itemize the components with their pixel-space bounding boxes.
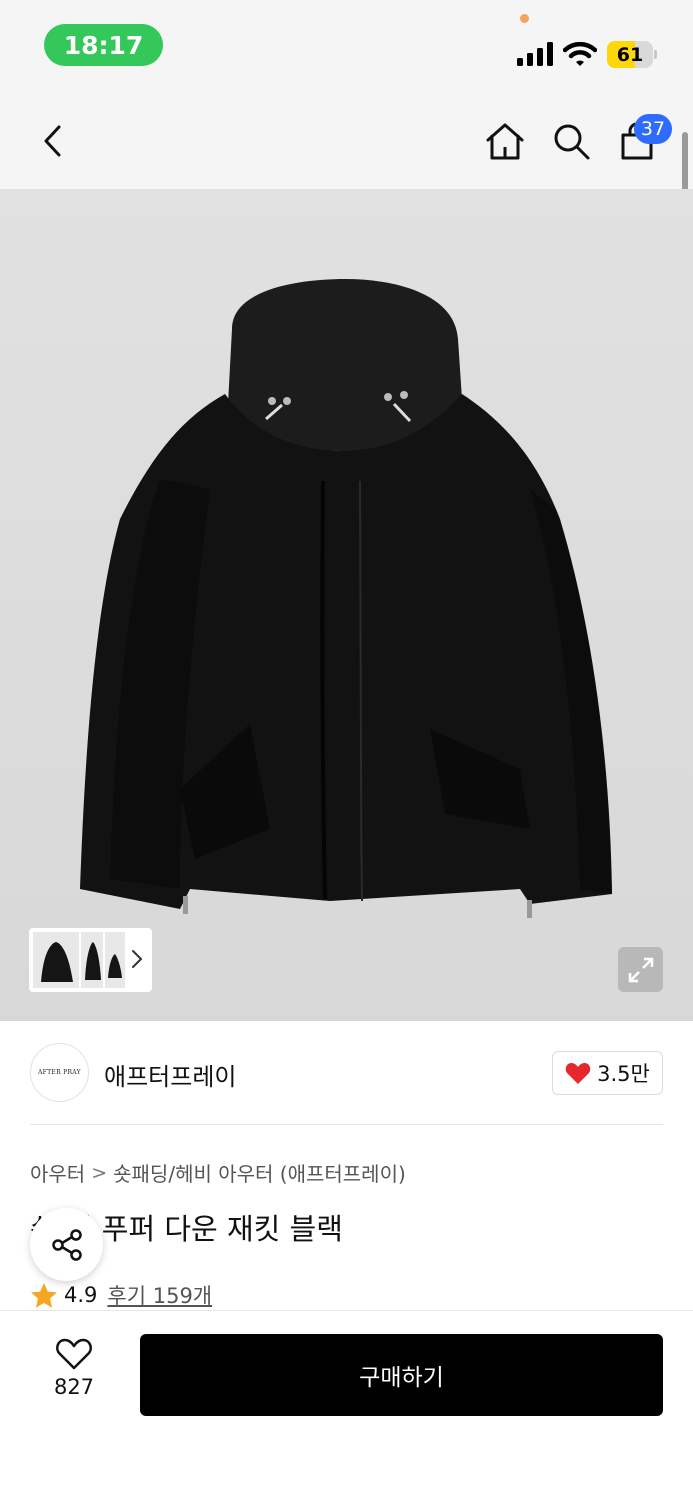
brand-row: AFTER PRAY 애프터프레이 3.5만 [0,1021,693,1125]
status-time: 18:17 [44,24,163,66]
thumbnail-images [33,932,125,988]
wifi-icon [563,41,597,66]
battery-level: 61 [616,43,644,66]
home-button[interactable] [482,118,528,164]
brand-like-button[interactable]: 3.5만 [552,1051,663,1095]
expand-image-button[interactable] [618,947,663,992]
cart-count-badge: 37 [634,114,672,144]
search-button[interactable] [548,118,594,164]
chevron-right-icon: > [91,1161,108,1184]
privacy-indicator [520,14,529,23]
status-bar: 18:17 61 [0,0,693,92]
brand-like-count: 3.5만 [597,1062,650,1086]
breadcrumb-level2[interactable]: 숏패딩/헤비 아우터 (애프터프레이) [113,1158,406,1187]
cellular-signal-icon [517,42,553,66]
share-button[interactable] [30,1208,103,1281]
bottom-action-bar: 827 구매하기 [0,1310,693,1500]
expand-icon [628,957,653,982]
breadcrumb: 아우터 > 숏패딩/헤비 아우터 (애프터프레이) [30,1158,406,1187]
product-image [80,279,612,918]
divider [30,1124,663,1125]
heart-icon [565,1063,591,1084]
chevron-left-icon [44,125,61,157]
rating-row: 4.9 후기 159개 [30,1280,212,1310]
search-icon [554,124,590,160]
wishlist-count: 827 [53,1375,95,1399]
thumbnail-strip[interactable] [29,928,152,992]
brand-logo[interactable]: AFTER PRAY [30,1043,89,1102]
buy-button[interactable]: 구매하기 [140,1334,663,1416]
home-icon [486,123,524,160]
back-button[interactable] [30,118,76,164]
reviews-link[interactable]: 후기 159개 [107,1280,212,1310]
heart-outline-icon [56,1338,92,1370]
share-icon [51,1228,82,1261]
star-icon [31,1282,57,1308]
breadcrumb-level1[interactable]: 아우터 [30,1158,85,1187]
wishlist-button[interactable]: 827 [38,1337,110,1411]
brand-name[interactable]: 애프터프레이 [104,1057,236,1092]
product-image-gallery[interactable] [0,189,693,1021]
top-nav-bar [0,92,693,189]
chevron-right-icon [132,950,143,968]
battery-indicator: 61 [607,41,657,68]
rating-value: 4.9 [64,1283,98,1307]
